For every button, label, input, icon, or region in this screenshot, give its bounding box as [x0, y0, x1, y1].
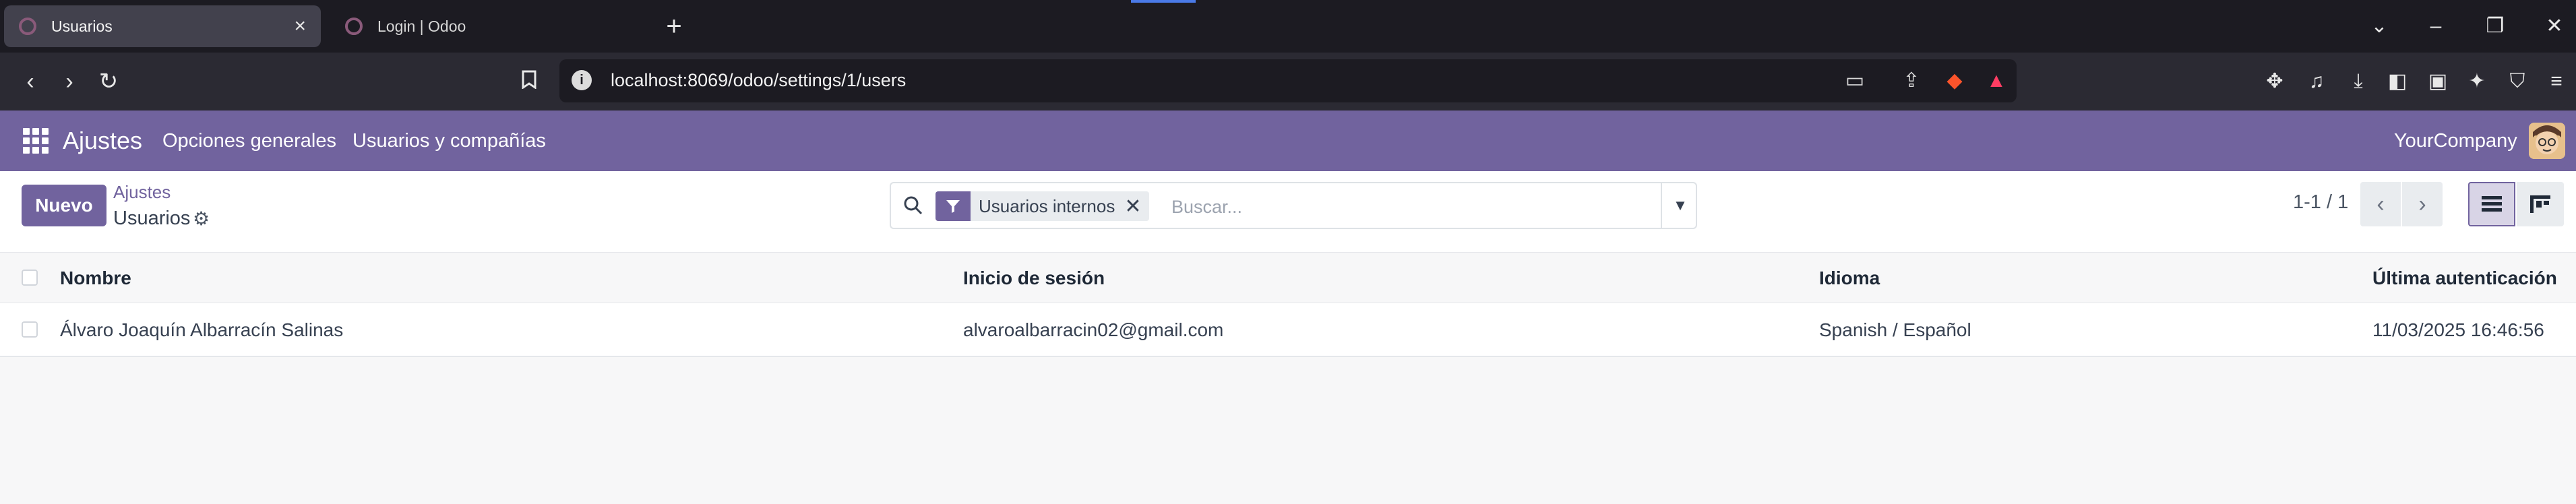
minimize-window-icon[interactable]: – — [2416, 8, 2456, 44]
search-facet: Usuarios internos ✕ — [936, 191, 1150, 221]
select-all-checkbox[interactable] — [22, 270, 38, 286]
reload-icon[interactable]: ↻ — [90, 63, 127, 100]
tab-title: Usuarios — [51, 17, 113, 35]
list-view-icon — [2482, 196, 2502, 212]
chevron-left-icon: ‹ — [2376, 191, 2385, 217]
menu-item-opciones-generales[interactable]: Opciones generales — [162, 130, 336, 152]
new-tab-plus-icon[interactable]: + — [657, 9, 691, 43]
brave-rewards-icon[interactable]: ▲ — [1982, 66, 2011, 96]
back-arrow-icon[interactable]: ‹ — [12, 63, 49, 100]
tab-strip-accent-line — [1131, 0, 1196, 3]
share-icon[interactable]: ⇪ — [1897, 66, 1926, 96]
odoo-favicon-icon — [345, 18, 363, 35]
search-input[interactable] — [1170, 193, 1537, 221]
brave-shields-icon[interactable]: ◆ — [1940, 66, 1969, 96]
list-view-button[interactable] — [2468, 182, 2515, 226]
browser-tab-strip: Usuarios × Login | Odoo + ⌄ – ❐ ✕ — [0, 0, 2576, 53]
menu-hamburger-icon[interactable]: ≡ — [2538, 63, 2575, 100]
column-header-idioma[interactable]: Idioma — [1819, 267, 1880, 289]
restore-window-icon[interactable]: ❐ — [2475, 8, 2515, 44]
filter-funnel-icon — [936, 191, 971, 221]
close-window-icon[interactable]: ✕ — [2534, 8, 2575, 44]
forward-arrow-icon[interactable]: › — [51, 63, 88, 100]
url-text: localhost:8069/odoo/settings/1/users — [611, 70, 907, 90]
browser-toolbar: ‹ › ↻ i localhost:8069/odoo/settings/1/u… — [0, 53, 2576, 111]
wallet-icon[interactable]: ▣ — [2420, 63, 2456, 100]
avatar-face-icon — [2529, 123, 2565, 159]
browser-tab-usuarios[interactable]: Usuarios × — [4, 5, 321, 47]
downloads-icon[interactable]: ⤓ — [2340, 63, 2376, 100]
breadcrumb-parent-link[interactable]: Ajustes — [113, 182, 171, 203]
cell-inicio-sesion: alvaroalbarracin02@gmail.com — [963, 319, 1224, 340]
odoo-favicon-icon — [19, 18, 36, 35]
browser-tab-login[interactable]: Login | Odoo — [330, 5, 640, 47]
sidebar-icon[interactable]: ◧ — [2379, 63, 2416, 100]
site-info-icon[interactable]: i — [572, 70, 592, 90]
app-brand[interactable]: Ajustes — [63, 127, 142, 155]
close-tab-icon[interactable]: × — [294, 16, 306, 36]
pager-next-button[interactable]: › — [2402, 182, 2443, 226]
menu-item-usuarios-companias[interactable]: Usuarios y compañías — [352, 130, 546, 152]
column-header-nombre[interactable]: Nombre — [60, 267, 131, 289]
pager-previous-button[interactable]: ‹ — [2360, 182, 2401, 226]
vpn-shield-icon[interactable]: ⛉ — [2499, 63, 2536, 100]
leo-ai-icon[interactable]: ✦ — [2459, 63, 2495, 100]
media-icon[interactable]: ♫ — [2298, 63, 2335, 100]
gear-icon[interactable]: ⚙ — [193, 208, 210, 230]
pager-value[interactable]: 1-1 / 1 — [2293, 191, 2348, 214]
column-header-inicio-sesion[interactable]: Inicio de sesión — [963, 267, 1105, 289]
table-row[interactable]: Álvaro Joaquín Albarracín Salinas alvaro… — [0, 303, 2576, 357]
address-bar[interactable]: i localhost:8069/odoo/settings/1/users ▭… — [559, 59, 2017, 102]
chevron-right-icon: › — [2418, 191, 2426, 217]
caret-down-icon: ▼ — [1673, 197, 1688, 214]
kanban-view-button[interactable] — [2517, 182, 2564, 226]
company-switcher[interactable]: YourCompany — [2394, 130, 2517, 152]
breadcrumb-current: Usuarios — [113, 208, 191, 229]
kanban-view-icon — [2530, 195, 2550, 213]
new-button[interactable]: Nuevo — [22, 185, 106, 226]
cell-nombre: Álvaro Joaquín Albarracín Salinas — [60, 319, 344, 340]
control-panel: Nuevo Ajustes Usuarios ⚙ Usuarios intern… — [0, 171, 2576, 253]
user-avatar[interactable] — [2529, 123, 2565, 159]
row-checkbox[interactable] — [22, 321, 38, 338]
column-header-ultima-autenticacion[interactable]: Última autenticación — [2372, 267, 2557, 289]
cell-ultima-autenticacion: 11/03/2025 16:46:56 — [2372, 319, 2544, 340]
remove-facet-close-icon[interactable]: ✕ — [1124, 195, 1149, 218]
list-header: Nombre Inicio de sesión Idioma Última au… — [0, 253, 2576, 304]
cast-icon[interactable]: ▭ — [1840, 66, 1870, 96]
search-bar: Usuarios internos ✕ ▼ — [890, 182, 1697, 229]
search-icon[interactable] — [903, 195, 923, 216]
extensions-icon[interactable]: ✥ — [2257, 63, 2293, 100]
bookmark-icon[interactable] — [511, 63, 547, 100]
facet-label: Usuarios internos — [979, 195, 1115, 216]
odoo-main-navbar: Ajustes Opciones generales Usuarios y co… — [0, 111, 2576, 171]
search-options-toggle[interactable]: ▼ — [1661, 183, 1698, 228]
tab-list-chevron-icon[interactable]: ⌄ — [2359, 8, 2399, 44]
tab-title: Login | Odoo — [377, 17, 466, 35]
apps-grid-icon[interactable] — [23, 128, 49, 154]
cell-idioma: Spanish / Español — [1819, 319, 1971, 340]
